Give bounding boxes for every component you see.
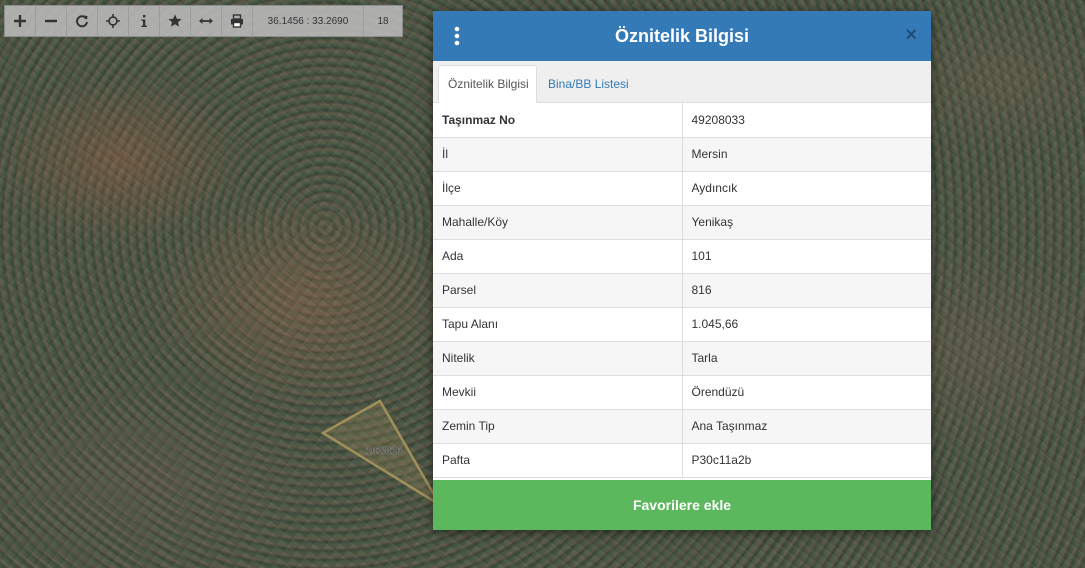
minus-icon [45,19,57,23]
attribute-key: Mevkii [433,375,683,410]
add-to-favorites-button[interactable]: Favorilere ekle [433,480,931,530]
print-icon [231,14,243,28]
zoom-out-button[interactable] [36,6,67,36]
measure-button[interactable] [191,6,222,36]
star-icon [168,14,182,27]
table-row: İlçe Aydıncık [433,171,931,206]
attribute-value: Mersin [682,137,931,172]
zoom-level-readout: 18 [377,15,389,27]
table-row: Mahalle/Köy Yenikaş [433,205,931,240]
attribute-key: Pafta [433,443,683,478]
table-row: Zemin Tip Ana Taşınmaz [433,409,931,444]
attribute-value: Yenikaş [682,205,931,240]
arrows-horizontal-icon [199,18,213,24]
attribute-value: P30c11a2b [682,443,931,478]
refresh-icon [76,15,88,28]
attribute-key: Mahalle/Köy [433,205,683,240]
parcel-label: 101/816 [366,446,403,457]
attribute-key: Zemin Tip [433,409,683,444]
attribute-value: 101 [682,239,931,274]
close-icon[interactable]: × [905,25,917,45]
table-row: Ada 101 [433,239,931,274]
dialog-header: Öznitelik Bilgisi × [433,11,931,61]
attribute-info-dialog: Öznitelik Bilgisi × Öznitelik Bilgisi Bi… [433,11,931,530]
attribute-value: 1.045,66 [682,307,931,342]
table-row: Mevkii Örendüzü [433,375,931,410]
attribute-value: 816 [682,273,931,308]
refresh-button[interactable] [67,6,98,36]
locate-button[interactable] [98,6,129,36]
attribute-key: Taşınmaz No [433,103,683,138]
attribute-key: Ada [433,239,683,274]
table-row: Pafta P30c11a2b [433,443,931,478]
coordinates-readout: 36.1456 : 33.2690 [253,6,364,36]
map-toolbar: 36.1456 : 33.2690 18 [4,5,403,37]
attribute-value: Örendüzü [682,375,931,410]
attribute-value: Ana Taşınmaz [682,409,931,444]
attribute-key: Nitelik [433,341,683,376]
attribute-table: Taşınmaz No 49208033 İl Mersin İlçe Aydı… [433,103,931,478]
table-row: Parsel 816 [433,273,931,308]
attribute-value: Tarla [682,341,931,376]
dialog-tabs: Öznitelik Bilgisi Bina/BB Listesi [433,61,931,103]
dialog-title: Öznitelik Bilgisi [614,25,750,46]
tab-building-list[interactable]: Bina/BB Listesi [548,65,629,103]
plus-icon [14,15,26,27]
attribute-value: Aydıncık [682,171,931,206]
table-row: İl Mersin [433,137,931,172]
zoom-in-button[interactable] [5,6,36,36]
attribute-key: Parsel [433,273,683,308]
favorite-button[interactable] [160,6,191,36]
crosshair-icon [106,14,120,28]
print-button[interactable] [222,6,253,36]
attribute-value: 49208033 [682,103,931,138]
tab-attribute-info[interactable]: Öznitelik Bilgisi [438,65,537,103]
attribute-key: İl [433,137,683,172]
attribute-key: İlçe [433,171,683,206]
vertical-dots-menu-icon[interactable] [451,26,463,46]
info-icon [141,15,147,27]
table-row: Nitelik Tarla [433,341,931,376]
table-row: Tapu Alanı 1.045,66 [433,307,931,342]
table-row: Taşınmaz No 49208033 [433,103,931,138]
attribute-key: Tapu Alanı [433,307,683,342]
info-button[interactable] [129,6,160,36]
